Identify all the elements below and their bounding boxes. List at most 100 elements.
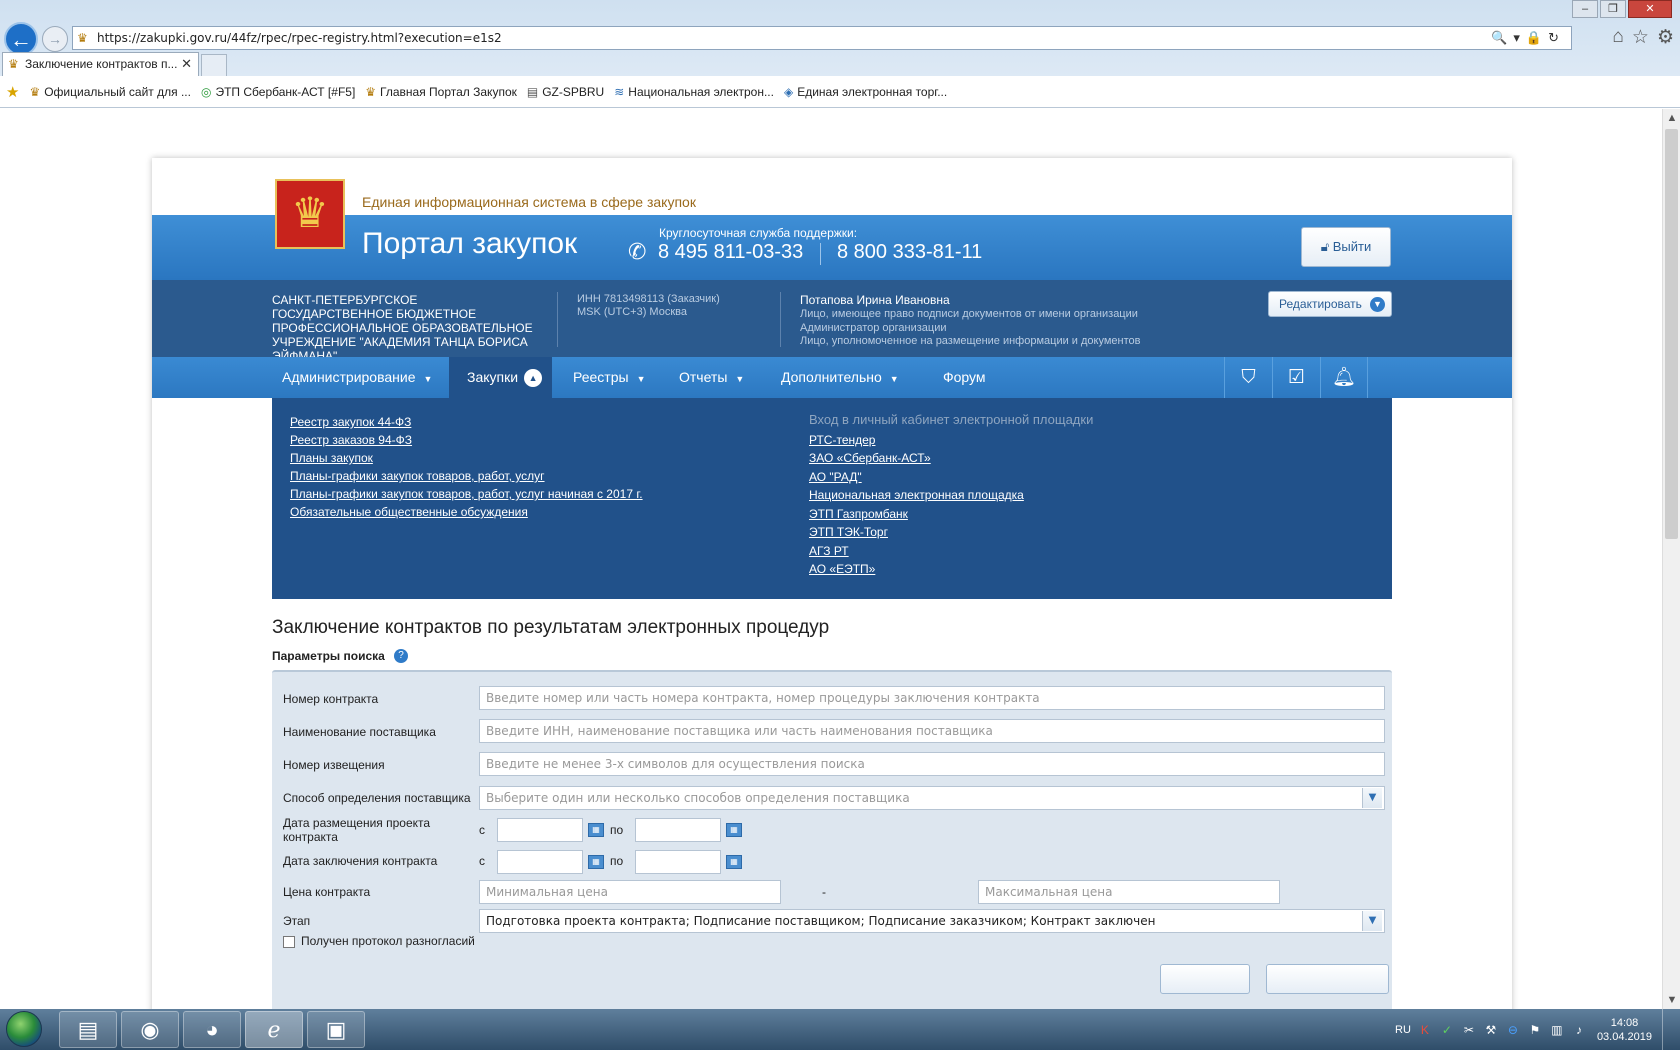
chrome-icon[interactable]: ◉ xyxy=(121,1011,179,1048)
home-icon[interactable]: ⌂ xyxy=(1612,26,1623,49)
find-button[interactable] xyxy=(1160,964,1250,994)
help-icon[interactable]: ? xyxy=(394,649,408,663)
favorites-bar: ★ ♛ Официальный сайт для ... ◎ ЭТП Сбербан… xyxy=(0,76,1680,108)
coat-of-arms-icon[interactable]: ♛ xyxy=(275,179,345,249)
menu-reports[interactable]: Отчеты ▼ xyxy=(679,357,744,398)
etp-link[interactable]: РТС-тендер xyxy=(809,433,875,447)
dropdown-link[interactable]: Планы закупок xyxy=(290,451,373,465)
menu-additional[interactable]: Дополнительно ▼ xyxy=(781,357,899,398)
favorites-star-icon[interactable]: ☆ xyxy=(1632,26,1649,49)
support-label: Круглосуточная служба поддержки: xyxy=(659,226,858,240)
etp-link[interactable]: Национальная электронная площадка xyxy=(809,488,1024,502)
tray-app-icon[interactable]: ✂ xyxy=(1461,1022,1477,1038)
etp-link[interactable]: АО "РАД" xyxy=(809,470,862,484)
menu-administration[interactable]: Администрирование ▼ xyxy=(282,357,432,398)
etp-link[interactable]: ЭТП Газпромбанк xyxy=(809,507,908,521)
menu-forum[interactable]: Форум xyxy=(943,357,986,398)
etp-link[interactable]: АГЗ РТ xyxy=(809,544,849,558)
supplier-input[interactable]: Введите ИНН, наименование поставщика или… xyxy=(479,719,1385,743)
date-posted-to-input[interactable] xyxy=(635,818,721,842)
calendar-icon[interactable]: ▦ xyxy=(588,855,604,869)
clock[interactable]: 14:08 03.04.2019 xyxy=(1597,1016,1652,1044)
favorite-link[interactable]: ♛ Главная Портал Закупок xyxy=(365,85,517,99)
user-role: Лицо, уполномоченное на размещение инфор… xyxy=(800,335,1141,347)
chevron-down-icon[interactable]: ▼ xyxy=(1362,788,1382,808)
tray-app-icon[interactable]: ⚒ xyxy=(1483,1022,1499,1038)
restore-button[interactable]: ❐ xyxy=(1600,0,1626,18)
calendar-icon[interactable]: ▦ xyxy=(726,823,742,837)
security-icon[interactable]: ✓ xyxy=(1439,1022,1455,1038)
back-button[interactable]: ← xyxy=(4,22,38,56)
chevron-down-icon[interactable]: ▼ xyxy=(1362,911,1382,931)
dropdown-link[interactable]: Планы-графики закупок товаров, работ, ус… xyxy=(290,487,643,501)
method-select[interactable]: Выберите один или несколько способов опр… xyxy=(479,786,1385,810)
favorite-link[interactable]: ▤ GZ-SPBRU xyxy=(527,85,604,99)
start-button[interactable] xyxy=(2,1009,46,1050)
new-tab-button[interactable] xyxy=(201,54,227,76)
address-actions-icons[interactable]: 🔍▾🔒↻ xyxy=(1491,30,1565,46)
organization-inn: ИНН 7813498113 (Заказчик) xyxy=(577,293,720,305)
etp-link[interactable]: ЭТП ТЭК-Торг xyxy=(809,525,888,539)
app-window-icon[interactable]: ▣ xyxy=(307,1011,365,1048)
date-concluded-to-input[interactable] xyxy=(635,850,721,874)
portal-title[interactable]: Портал закупок xyxy=(362,227,577,261)
language-indicator[interactable]: RU xyxy=(1395,1024,1411,1036)
support-phone-1: 8 495 811-03-33 xyxy=(658,241,804,263)
contract-number-input[interactable]: Введите номер или часть номера контракта… xyxy=(479,686,1385,710)
dropdown-link[interactable]: Планы-графики закупок товаров, работ, ус… xyxy=(290,469,545,483)
stage-select[interactable]: Подготовка проекта контракта; Подписание… xyxy=(479,909,1385,933)
disagreement-checkbox[interactable] xyxy=(283,936,295,948)
favorite-link[interactable]: ◎ ЭТП Сбербанк-АСТ [#F5] xyxy=(201,85,355,99)
etp-link[interactable]: ЗАО «Сбербанк-АСТ» xyxy=(809,451,931,465)
network-icon[interactable]: ▥ xyxy=(1549,1022,1565,1038)
browser-tab-active[interactable]: ♛ Заключение контрактов п... ✕ xyxy=(2,52,199,76)
dropdown-link[interactable]: Обязательные общественные обсуждения xyxy=(290,505,528,519)
menu-registries[interactable]: Реестры ▼ xyxy=(573,357,645,398)
vertical-scrollbar[interactable]: ▲ ▼ xyxy=(1662,109,1680,1009)
firefox-icon[interactable]: ◕ xyxy=(183,1011,241,1048)
tray-app-icon[interactable]: ⊖ xyxy=(1505,1022,1521,1038)
browser-chrome: – ❐ ✕ ← → ♛ https://zakupki.gov.ru/44fz/… xyxy=(0,0,1680,76)
settings-gear-icon[interactable]: ⚙ xyxy=(1657,26,1674,49)
action-center-icon[interactable]: ⚑ xyxy=(1527,1022,1543,1038)
favorite-link[interactable]: ♛ Официальный сайт для ... xyxy=(29,85,191,99)
etp-link[interactable]: АО «ЕЭТП» xyxy=(809,562,875,576)
date-concluded-from-input[interactable] xyxy=(497,850,583,874)
address-bar[interactable]: ♛ https://zakupki.gov.ru/44fz/rpec/rpec-… xyxy=(72,26,1572,50)
date-posted-from-input[interactable] xyxy=(497,818,583,842)
logout-button[interactable]: 🔓︎ Выйти xyxy=(1301,227,1391,267)
calendar-icon[interactable]: ▦ xyxy=(726,855,742,869)
clear-button[interactable] xyxy=(1266,964,1389,994)
forward-button[interactable]: → xyxy=(42,26,68,52)
scroll-up-icon[interactable]: ▲ xyxy=(1663,109,1680,127)
explorer-icon[interactable]: ▤ xyxy=(59,1011,117,1048)
scroll-thumb[interactable] xyxy=(1665,129,1678,539)
antivirus-icon[interactable]: K xyxy=(1417,1022,1433,1038)
internet-explorer-icon[interactable]: ℯ xyxy=(245,1011,303,1048)
volume-icon[interactable]: ♪ xyxy=(1571,1022,1587,1038)
notice-number-input[interactable]: Введите не менее 3-х символов для осущес… xyxy=(479,752,1385,776)
bell-icon[interactable]: 🔔︎ xyxy=(1320,357,1368,398)
add-favorite-star-icon[interactable]: ★ xyxy=(6,83,19,101)
shield-icon[interactable]: ⛉ xyxy=(1224,357,1272,398)
calendar-check-icon[interactable]: ☑ xyxy=(1272,357,1320,398)
address-url[interactable]: https://zakupki.gov.ru/44fz/rpec/rpec-re… xyxy=(97,31,502,45)
favorite-link[interactable]: ◈ Единая электронная торг... xyxy=(784,85,947,99)
tab-row: ♛ Заключение контрактов п... ✕ xyxy=(0,52,1680,76)
edit-profile-button[interactable]: Редактировать ▼ xyxy=(1268,291,1392,317)
method-label: Способ определения поставщика xyxy=(283,791,471,805)
show-desktop-button[interactable] xyxy=(1662,1009,1672,1050)
dropdown-link[interactable]: Реестр заказов 94-ФЗ xyxy=(290,433,412,447)
scroll-down-icon[interactable]: ▼ xyxy=(1663,991,1680,1009)
minimize-button[interactable]: – xyxy=(1572,0,1598,18)
price-min-input[interactable]: Минимальная цена xyxy=(479,880,781,904)
price-max-input[interactable]: Максимальная цена xyxy=(978,880,1280,904)
menu-purchases[interactable]: Закупки ▲ xyxy=(449,357,553,398)
favorite-link[interactable]: ≋ Национальная электрон... xyxy=(614,85,774,99)
close-window-button[interactable]: ✕ xyxy=(1628,0,1672,18)
tab-close-icon[interactable]: ✕ xyxy=(181,53,192,75)
organization-info: ИНН 7813498113 (Заказчик) MSK (UTC+3) Мо… xyxy=(577,293,720,319)
emblem-icon: ♛ xyxy=(365,84,377,99)
dropdown-link[interactable]: Реестр закупок 44-ФЗ xyxy=(290,415,411,429)
calendar-icon[interactable]: ▦ xyxy=(588,823,604,837)
